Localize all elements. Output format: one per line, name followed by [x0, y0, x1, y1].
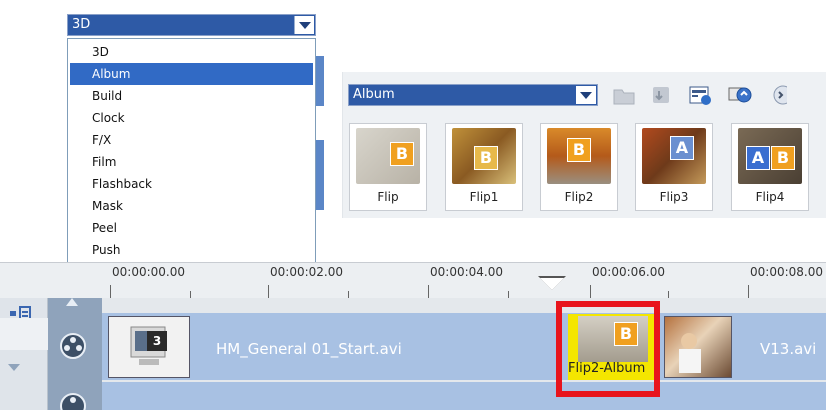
background-panel-fragment [316, 140, 324, 210]
ruler-label: 00:00:08.00 [750, 265, 823, 279]
ruler-tick [428, 285, 429, 298]
thumbnail-image: A B [738, 128, 802, 184]
ruler-label: 00:00:02.00 [270, 265, 343, 279]
thumb-label: Flip2 [564, 190, 594, 204]
thumb-label: Flip [377, 190, 399, 204]
thumbnail-image: B [452, 128, 516, 184]
ruler-label: 00:00:00.00 [112, 265, 185, 279]
category-item-mask[interactable]: Mask [70, 195, 313, 217]
transition-thumb-flip[interactable]: B Flip [349, 123, 427, 211]
film-reel-icon [58, 390, 90, 414]
options-icon[interactable] [687, 83, 713, 107]
track-header-column [0, 298, 48, 410]
transition-category-dropdown[interactable]: 3D 3D Album Build Clock F/X Film Flashba… [67, 14, 316, 279]
background-panel-fragment [316, 56, 324, 106]
b-tile-icon: B [567, 138, 591, 162]
category-item-clock[interactable]: Clock [70, 107, 313, 129]
import-icon[interactable] [649, 83, 675, 107]
b-tile-icon: B [390, 142, 414, 166]
clip-thumb-badge: 3 [147, 331, 167, 351]
b-tile-icon: B [771, 146, 795, 170]
chevron-down-icon[interactable] [576, 86, 596, 104]
track-icon-column [8, 298, 102, 414]
person-image [679, 333, 701, 373]
clip-name: HM_General 01_Start.avi [216, 340, 402, 358]
clip-thumbnail[interactable] [664, 316, 732, 378]
category-item-3d[interactable]: 3D [70, 41, 313, 63]
category-list[interactable]: 3D Album Build Clock F/X Film Flashback … [67, 38, 316, 279]
ruler-label: 00:00:06.00 [592, 265, 665, 279]
category-item-film[interactable]: Film [70, 151, 313, 173]
folder-icon[interactable] [611, 83, 637, 107]
thumb-label: Flip4 [755, 190, 785, 204]
category-select[interactable]: 3D [67, 14, 316, 36]
playhead-marker-fill [540, 278, 564, 290]
category-item-peel[interactable]: Peel [70, 217, 313, 239]
media-icon[interactable] [727, 83, 753, 107]
clip-name: V13.avi [760, 340, 817, 358]
transition-thumb-flip3[interactable]: A Flip3 [635, 123, 713, 211]
category-item-fx[interactable]: F/X [70, 129, 313, 151]
scroll-up-icon[interactable] [66, 298, 78, 306]
transition-thumb-flip1[interactable]: B Flip1 [445, 123, 523, 211]
more-icon[interactable] [767, 83, 793, 107]
a-tile-icon: A [746, 146, 770, 170]
category-item-build[interactable]: Build [70, 85, 313, 107]
overlay-track[interactable] [102, 382, 826, 410]
timeline-ruler[interactable]: 00:00:00.00 00:00:02.00 00:00:04.00 00:0… [0, 262, 826, 298]
library-folder-select[interactable]: Album [348, 84, 598, 106]
clip-thumbnail[interactable]: 3 [108, 316, 190, 378]
thumbnail-image: B [356, 128, 420, 184]
transition-thumb-flip2[interactable]: B Flip2 [540, 123, 618, 211]
category-item-flashback[interactable]: Flashback [70, 173, 313, 195]
ruler-tick [748, 285, 749, 298]
thumbnail-image: B [547, 128, 611, 184]
category-selected-value: 3D [72, 17, 91, 32]
category-item-album[interactable]: Album [70, 63, 313, 85]
category-item-push[interactable]: Push [70, 239, 313, 261]
thumb-label: Flip1 [469, 190, 499, 204]
thumbnail-image: A [642, 128, 706, 184]
transition-thumb-flip4[interactable]: A B Flip4 [731, 123, 809, 211]
ruler-tick [508, 291, 509, 298]
ruler-label: 00:00:04.00 [430, 265, 503, 279]
track-header-cell [0, 318, 48, 350]
chevron-down-icon[interactable] [294, 16, 314, 34]
library-folder-value: Album [353, 87, 395, 102]
ruler-tick [110, 285, 111, 298]
film-reel-icon [58, 330, 90, 366]
a-tile-icon: A [670, 136, 694, 160]
ruler-tick [590, 285, 591, 298]
ruler-tick [268, 285, 269, 298]
ruler-tick [190, 291, 191, 298]
ruler-tick [348, 291, 349, 298]
highlight-box [556, 301, 660, 397]
ruler-tick [668, 291, 669, 298]
scroll-down-icon[interactable] [8, 364, 20, 371]
b-tile-icon: B [474, 146, 498, 170]
thumb-label: Flip3 [659, 190, 689, 204]
library-panel: Album B Flip B Flip1 B Flip2 A Flip3 A B… [342, 72, 826, 218]
